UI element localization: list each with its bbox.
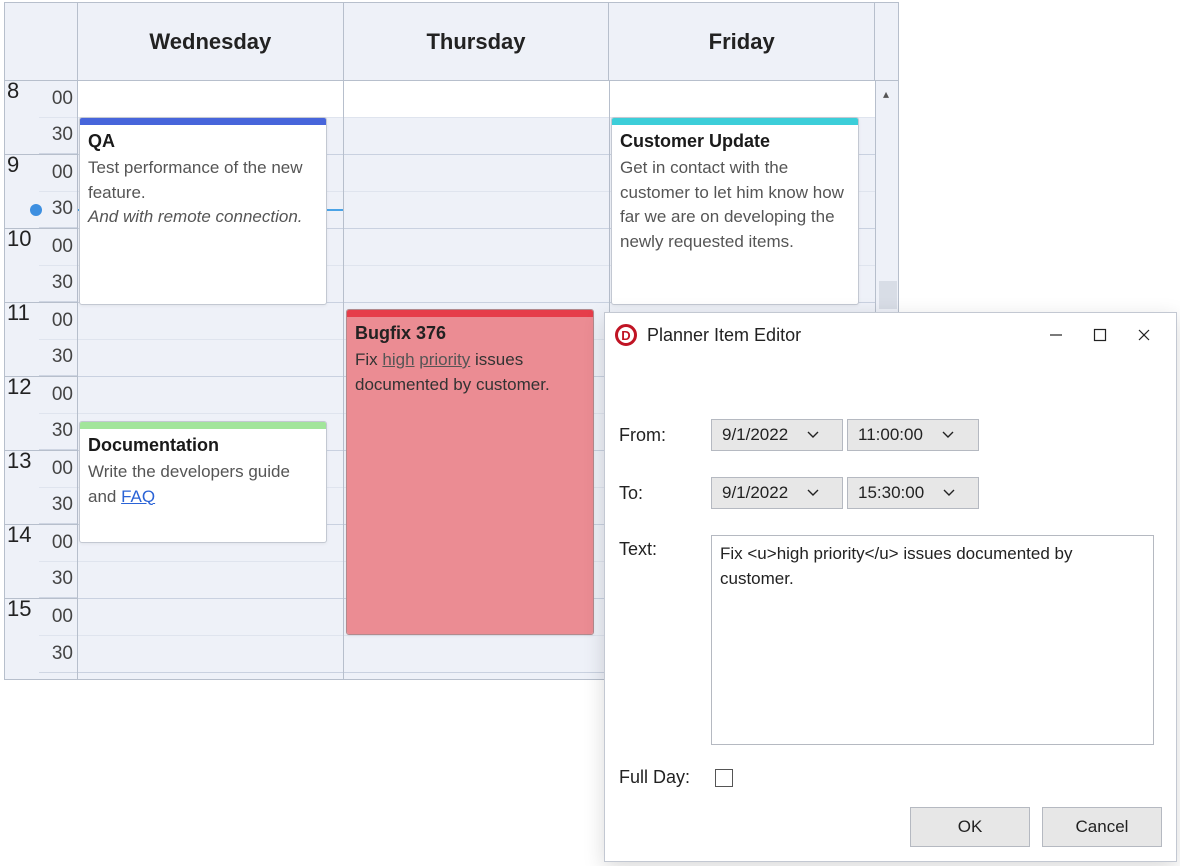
to-date-value: 9/1/2022 [712, 478, 798, 508]
minute-label: 00 [39, 81, 77, 118]
event-color-bar [612, 118, 858, 125]
dialog-titlebar[interactable]: D Planner Item Editor [605, 313, 1176, 357]
planner-item-editor-dialog: D Planner Item Editor From: 9/1/2022 11:… [604, 312, 1177, 862]
hour-label: 10 [5, 226, 39, 263]
event-title: Bugfix 376 [355, 323, 585, 344]
dialog-title: Planner Item Editor [647, 325, 801, 346]
scrollbar-thumb[interactable] [879, 281, 897, 309]
day-header-wed[interactable]: Wednesday [78, 3, 344, 81]
hour-label: 8 [5, 78, 39, 115]
text-input[interactable] [711, 535, 1154, 745]
event-color-bar [347, 310, 593, 317]
to-time-value: 15:30:00 [848, 478, 934, 508]
app-logo-icon: D [615, 324, 637, 346]
ok-button[interactable]: OK [910, 807, 1030, 847]
to-time-picker[interactable]: 15:30:00 [847, 477, 979, 509]
event-description: Test performance of the new feature. And… [88, 156, 318, 230]
chevron-down-icon[interactable] [798, 478, 828, 508]
event-description: Write the developers guide and FAQ [88, 460, 318, 509]
from-date-value: 9/1/2022 [712, 420, 798, 450]
event-bugfix[interactable]: Bugfix 376 Fix high priority issues docu… [346, 309, 594, 635]
minimize-button[interactable] [1034, 320, 1078, 350]
from-time-value: 11:00:00 [848, 420, 933, 450]
header-gutter [5, 3, 78, 81]
event-color-bar [80, 118, 326, 125]
faq-link[interactable]: FAQ [121, 487, 155, 506]
event-title: QA [88, 131, 318, 152]
from-date-picker[interactable]: 9/1/2022 [711, 419, 843, 451]
to-label: To: [619, 483, 711, 504]
hour-label: 13 [5, 448, 39, 485]
hour-label: 9 [5, 152, 39, 189]
hour-label: 11 [5, 300, 39, 337]
event-description: Fix high priority issues documented by c… [355, 348, 585, 397]
fullday-label: Full Day: [619, 767, 711, 788]
chevron-down-icon[interactable] [933, 420, 963, 450]
text-label: Text: [619, 535, 711, 560]
from-row: From: 9/1/2022 11:00:00 [619, 419, 1154, 451]
day-header-fri[interactable]: Friday [609, 3, 875, 81]
hour-label: 14 [5, 522, 39, 559]
chevron-down-icon[interactable] [934, 478, 964, 508]
event-title: Documentation [88, 435, 318, 456]
event-qa[interactable]: QA Test performance of the new feature. … [79, 117, 327, 305]
scroll-up-icon[interactable]: ▴ [883, 87, 889, 101]
day-header-row: Wednesday Thursday Friday [5, 3, 898, 81]
close-button[interactable] [1122, 320, 1166, 350]
event-color-bar [80, 422, 326, 429]
day-header-thu[interactable]: Thursday [344, 3, 610, 81]
fullday-checkbox[interactable] [715, 769, 733, 787]
cancel-button[interactable]: Cancel [1042, 807, 1162, 847]
hour-label: 15 [5, 596, 39, 633]
from-label: From: [619, 425, 711, 446]
fullday-row: Full Day: [619, 767, 1154, 788]
event-description: Get in contact with the customer to let … [620, 156, 850, 255]
maximize-button[interactable] [1078, 320, 1122, 350]
event-customer-update[interactable]: Customer Update Get in contact with the … [611, 117, 859, 305]
to-date-picker[interactable]: 9/1/2022 [711, 477, 843, 509]
hour-row: 800 30 [5, 81, 77, 155]
header-scrollbar-gap [875, 3, 898, 81]
text-row: Text: [619, 535, 1154, 745]
event-documentation[interactable]: Documentation Write the developers guide… [79, 421, 327, 543]
hour-label: 12 [5, 374, 39, 411]
chevron-down-icon[interactable] [798, 420, 828, 450]
from-time-picker[interactable]: 11:00:00 [847, 419, 979, 451]
minute-label: 30 [39, 118, 77, 155]
to-row: To: 9/1/2022 15:30:00 [619, 477, 1154, 509]
time-column: 800 30 90030 100030 110030 120030 130030… [5, 81, 78, 679]
event-title: Customer Update [620, 131, 850, 152]
